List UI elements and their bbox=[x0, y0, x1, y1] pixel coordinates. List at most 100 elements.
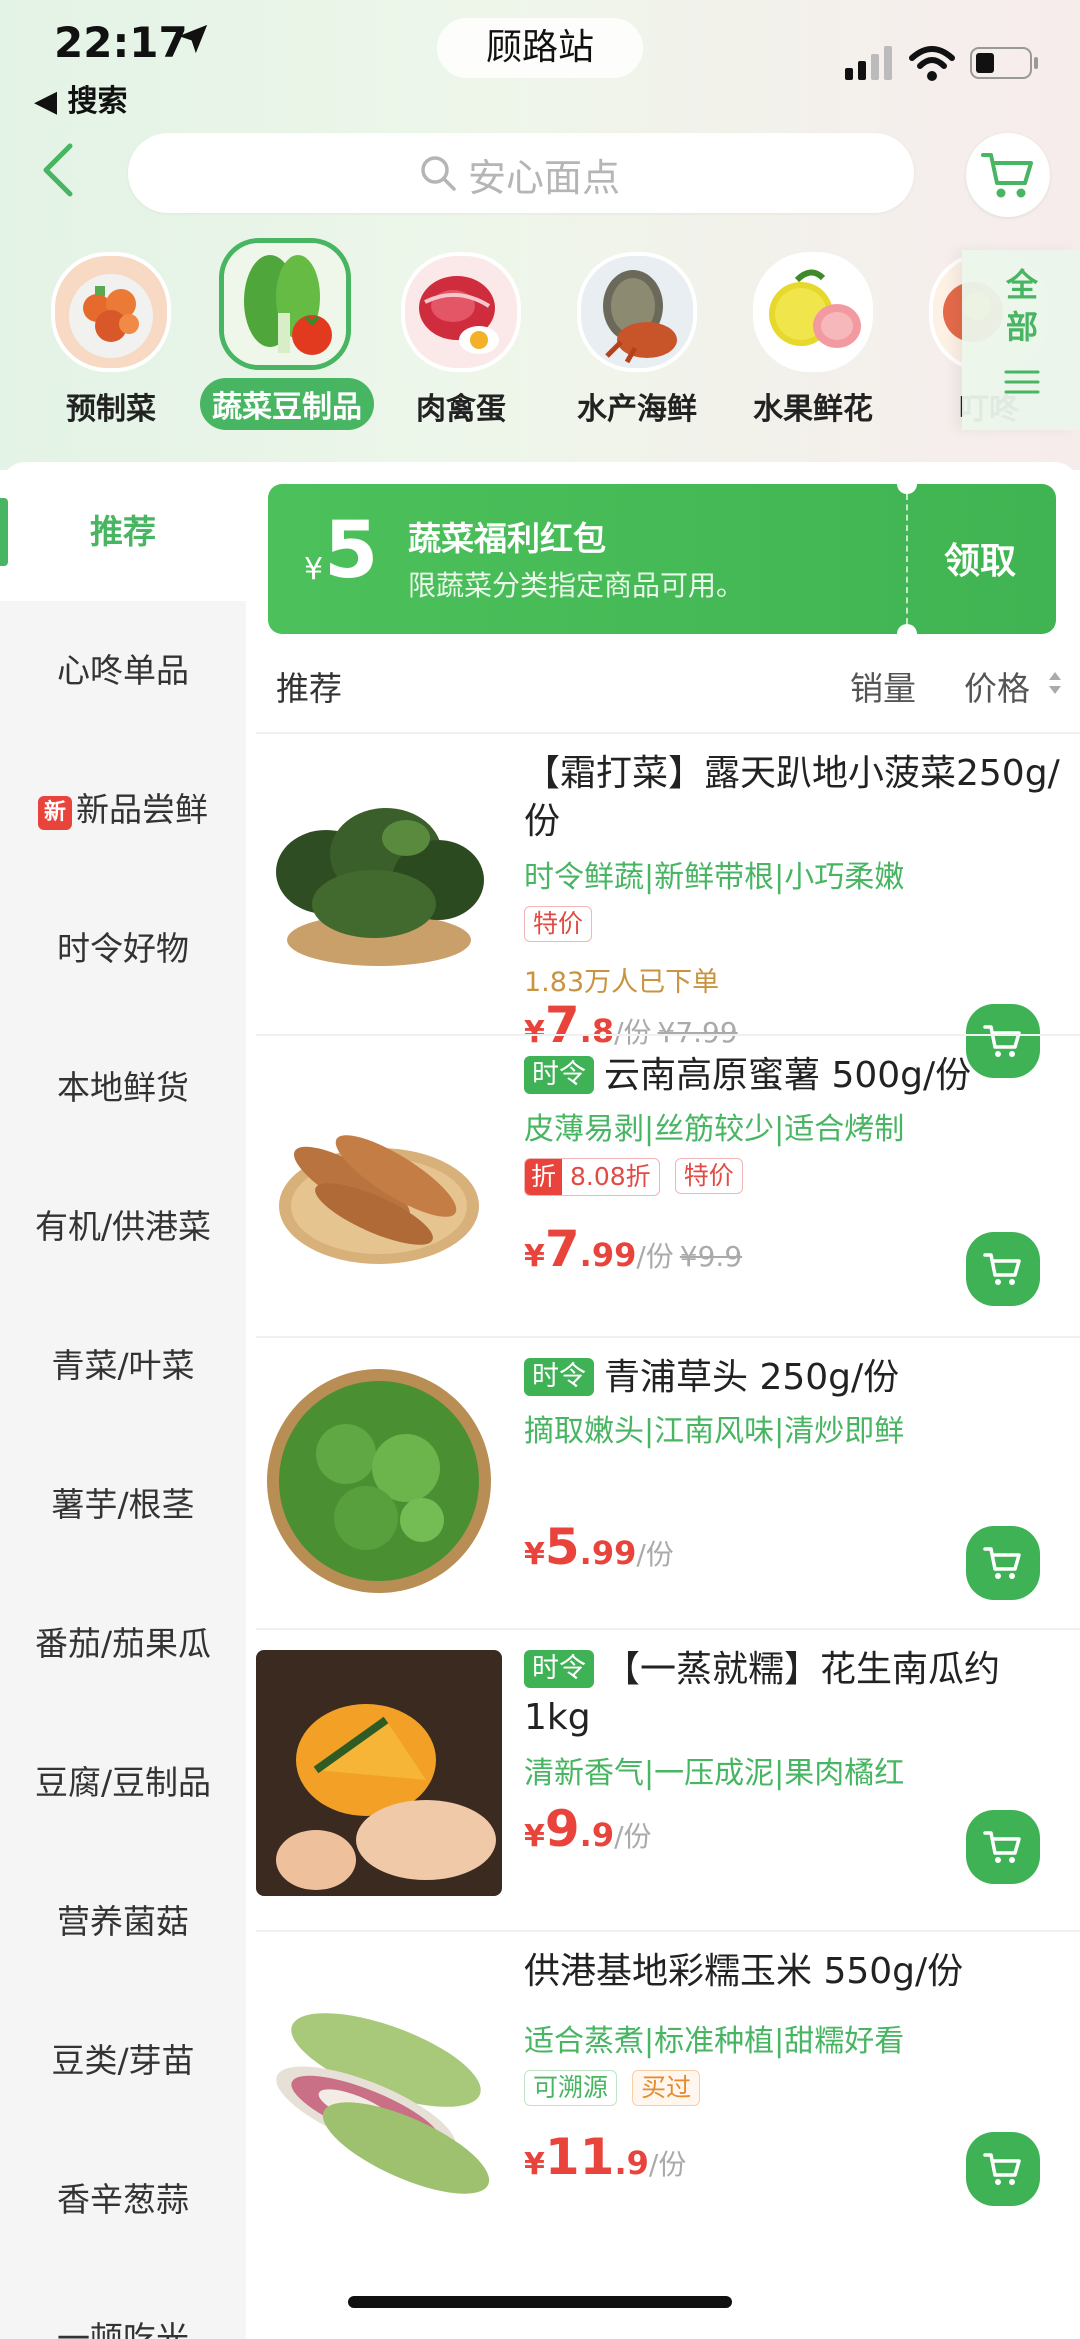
back-to-search-link[interactable]: ◀ 搜索 bbox=[34, 76, 128, 120]
cart-icon bbox=[983, 1831, 1021, 1863]
category-image-vegetables bbox=[219, 238, 351, 370]
product-card[interactable]: 时令 【一蒸就糯】花生南瓜约1kg 清新香气|一压成泥|果肉橘红 ¥9.9/份 bbox=[256, 1628, 1080, 1932]
sidebar-item-label: 豆类/芽苗 bbox=[51, 2041, 195, 2080]
category-image-fruit bbox=[753, 252, 873, 372]
cart-icon bbox=[983, 2153, 1021, 2185]
cart-button[interactable] bbox=[966, 133, 1050, 217]
price-currency: ¥ bbox=[524, 1819, 545, 1854]
seasonal-tag: 时令 bbox=[524, 1056, 594, 1094]
category-seafood[interactable]: 水产海鲜 bbox=[552, 252, 722, 428]
sidebar-item-label: 青菜/叶菜 bbox=[51, 1346, 195, 1385]
price-currency: ¥ bbox=[524, 2147, 545, 2182]
add-to-cart-button[interactable] bbox=[966, 2132, 1040, 2206]
price-unit: /份 bbox=[614, 1820, 652, 1853]
status-time: 22:17 bbox=[54, 18, 188, 67]
price-currency: ¥ bbox=[524, 1239, 545, 1274]
seasonal-tag: 时令 bbox=[524, 1358, 594, 1396]
product-name-text: 【一蒸就糯】花生南瓜约1kg bbox=[524, 1649, 1001, 1738]
product-price: ¥5.99/份 bbox=[524, 1518, 674, 1576]
product-name: 时令 云南高原蜜薯 500g/份 bbox=[524, 1052, 1064, 1100]
sidebar-item-one-meal[interactable]: 一顿吃光 bbox=[0, 2269, 246, 2339]
all-categories-line2: 部 bbox=[1006, 308, 1039, 346]
product-card[interactable]: 时令 青浦草头 250g/份 摘取嫩头|江南风味|清炒即鲜 ¥5.99/份 bbox=[256, 1336, 1080, 1630]
sidebar-item-label: 时令好物 bbox=[57, 929, 189, 968]
product-image-spinach bbox=[256, 754, 502, 1000]
category-label: 蔬菜豆制品 bbox=[200, 378, 374, 430]
sidebar-item-label: 薯芋/根茎 bbox=[51, 1485, 195, 1524]
claim-coupon-button[interactable]: 领取 bbox=[944, 532, 1016, 584]
category-meat[interactable]: 肉禽蛋 bbox=[376, 252, 546, 428]
sidebar-item-roots[interactable]: 薯芋/根茎 bbox=[0, 1435, 246, 1574]
product-tags: 特价 bbox=[524, 906, 602, 944]
all-categories-label: 全 部 bbox=[1006, 264, 1042, 348]
coupon-amount: 5 bbox=[324, 506, 379, 596]
add-to-cart-button[interactable] bbox=[966, 1810, 1040, 1884]
price-unit: /份 bbox=[636, 1538, 674, 1571]
product-subtitle: 皮薄易剥|丝筋较少|适合烤制 bbox=[524, 1112, 905, 1147]
order-count: 1.83万人已下单 bbox=[524, 967, 720, 998]
price-unit: /份 bbox=[648, 2148, 687, 2181]
cart-icon bbox=[981, 153, 1033, 198]
cart-icon bbox=[983, 1253, 1021, 1285]
add-to-cart-button[interactable] bbox=[966, 1232, 1040, 1306]
wifi-icon bbox=[909, 46, 955, 81]
sidebar-item-local[interactable]: 本地鲜货 bbox=[0, 1018, 246, 1157]
price-integer: 5 bbox=[544, 1518, 580, 1576]
main-panel: 推荐 心咚单品 新新品尝鲜 时令好物 本地鲜货 有机/供港菜 青菜/叶菜 薯芋/… bbox=[0, 462, 1080, 2339]
product-card[interactable]: 时令 云南高原蜜薯 500g/份 皮薄易剥|丝筋较少|适合烤制 折 8.08折 特价… bbox=[256, 1034, 1080, 1338]
sidebar-item-heart-picks[interactable]: 心咚单品 bbox=[0, 601, 246, 740]
new-badge: 新 bbox=[38, 796, 72, 830]
home-indicator[interactable] bbox=[348, 2296, 732, 2308]
sidebar-item-label: 营养菌菇 bbox=[57, 1902, 189, 1941]
sidebar-item-leafy[interactable]: 青菜/叶菜 bbox=[0, 1296, 246, 1435]
back-icon[interactable] bbox=[38, 140, 78, 200]
search-input[interactable]: 安心面点 bbox=[128, 133, 914, 213]
sidebar-item-organic[interactable]: 有机/供港菜 bbox=[0, 1157, 246, 1296]
status-bar: 22:17 ◀ 搜索 顾路站 bbox=[0, 0, 1080, 125]
product-name-text: 云南高原蜜薯 500g/份 bbox=[604, 1055, 972, 1096]
product-price: ¥9.9/份 bbox=[524, 1800, 652, 1858]
product-card[interactable]: 供港基地彩糯玉米 550g/份 适合蒸煮|标准种植|甜糯好看 可溯源 买过 ¥1… bbox=[256, 1930, 1080, 2339]
discount-value: 8.08折 bbox=[570, 1162, 651, 1191]
all-categories-button[interactable]: 全 部 bbox=[962, 250, 1080, 430]
category-fruit[interactable]: 水果鲜花 bbox=[728, 252, 898, 428]
special-price-tag: 特价 bbox=[524, 906, 593, 942]
sidebar-item-label: 心咚单品 bbox=[57, 651, 189, 690]
sidebar-item-label: 番茄/茄果瓜 bbox=[34, 1624, 212, 1663]
category-prepared[interactable]: 预制菜 bbox=[26, 252, 196, 428]
location-arrow-icon bbox=[178, 24, 208, 54]
product-subtitle: 适合蒸煮|标准种植|甜糯好看 bbox=[524, 2024, 905, 2059]
station-name[interactable]: 顾路站 bbox=[437, 18, 643, 78]
price-integer: 7 bbox=[544, 1220, 580, 1278]
price-decimal: .9 bbox=[579, 1816, 615, 1854]
add-to-cart-button[interactable] bbox=[966, 1526, 1040, 1600]
all-categories-line1: 全 bbox=[1006, 266, 1039, 304]
sidebar-item-label: 香辛葱蒜 bbox=[57, 2180, 189, 2219]
sidebar-item-tomato[interactable]: 番茄/茄果瓜 bbox=[0, 1574, 246, 1713]
coupon-banner[interactable]: ¥ 5 蔬菜福利红包 限蔬菜分类指定商品可用。 领取 bbox=[268, 474, 1056, 644]
product-tags: 可溯源 买过 bbox=[524, 2070, 701, 2108]
product-name: 时令 【一蒸就糯】花生南瓜约1kg bbox=[524, 1646, 1064, 1742]
sidebar-item-recommend[interactable]: 推荐 bbox=[0, 462, 246, 601]
category-vegetables[interactable]: 蔬菜豆制品 bbox=[200, 238, 374, 430]
sidebar-item-mushroom[interactable]: 营养菌菇 bbox=[0, 1852, 246, 1991]
cart-icon bbox=[983, 1547, 1021, 1579]
original-price: ¥9.9 bbox=[679, 1240, 743, 1273]
sort-recommend[interactable]: 推荐 bbox=[276, 662, 342, 710]
battery-icon bbox=[970, 47, 1038, 79]
sort-sales[interactable]: 销量 bbox=[850, 662, 916, 710]
special-price-tag: 特价 bbox=[674, 1158, 743, 1194]
price-decimal: .9 bbox=[614, 2144, 649, 2182]
sidebar-item-new-products[interactable]: 新新品尝鲜 bbox=[0, 740, 246, 879]
product-subtitle: 摘取嫩头|江南风味|清炒即鲜 bbox=[524, 1414, 905, 1449]
sidebar-item-beans[interactable]: 豆类/芽苗 bbox=[0, 1991, 246, 2130]
sort-price[interactable]: 价格 bbox=[964, 662, 1030, 710]
coupon-title: 蔬菜福利红包 bbox=[408, 519, 606, 558]
category-image-meat bbox=[401, 252, 521, 372]
sidebar-item-spices[interactable]: 香辛葱蒜 bbox=[0, 2130, 246, 2269]
sidebar-item-seasonal[interactable]: 时令好物 bbox=[0, 879, 246, 1018]
sidebar-active-indicator bbox=[0, 498, 8, 566]
sidebar-item-label: 推荐 bbox=[90, 512, 156, 551]
product-card[interactable]: 【霜打菜】露天趴地小菠菜250g/份 时令鲜蔬|新鲜带根|小巧柔嫩 特价 1.8… bbox=[256, 732, 1080, 1078]
sidebar-item-tofu[interactable]: 豆腐/豆制品 bbox=[0, 1713, 246, 1852]
